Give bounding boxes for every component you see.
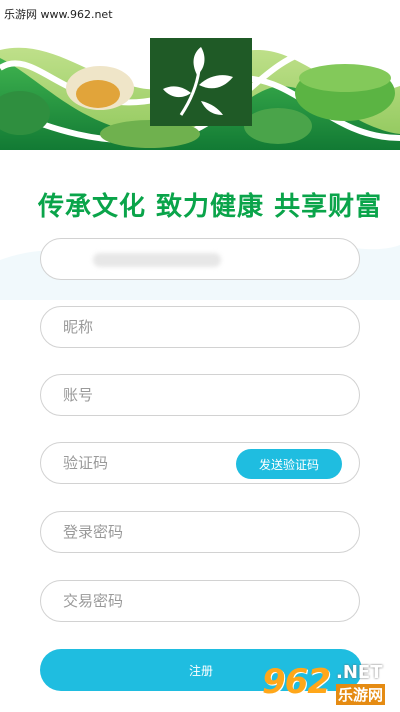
account-field[interactable] [40, 374, 360, 416]
trade-password-input[interactable] [63, 581, 243, 621]
trade-password-field[interactable] [40, 580, 360, 622]
verify-code-field[interactable]: 发送验证码 [40, 442, 360, 484]
nickname-input[interactable] [63, 307, 243, 347]
verify-code-input[interactable] [63, 443, 243, 483]
watermark-top-text: 乐游网 www.962.net [4, 8, 113, 21]
tea-leaf-logo-icon [163, 47, 233, 116]
login-password-field[interactable] [40, 511, 360, 553]
nickname-field[interactable] [40, 306, 360, 348]
watermark-site-name: 乐游网 [336, 684, 386, 705]
account-input[interactable] [63, 375, 243, 415]
watermark-number: 962 [262, 662, 331, 702]
send-code-button[interactable]: 发送验证码 [236, 449, 342, 479]
brand-logo [150, 38, 252, 126]
phone-input[interactable] [63, 239, 343, 279]
phone-field[interactable] [40, 238, 360, 280]
watermark-domain: .NET [336, 662, 383, 683]
slogan-text: 传承文化 致力健康 共享财富 [38, 192, 383, 222]
login-password-input[interactable] [63, 512, 243, 552]
watermark-badge: 962 .NET 乐游网 [262, 660, 396, 706]
